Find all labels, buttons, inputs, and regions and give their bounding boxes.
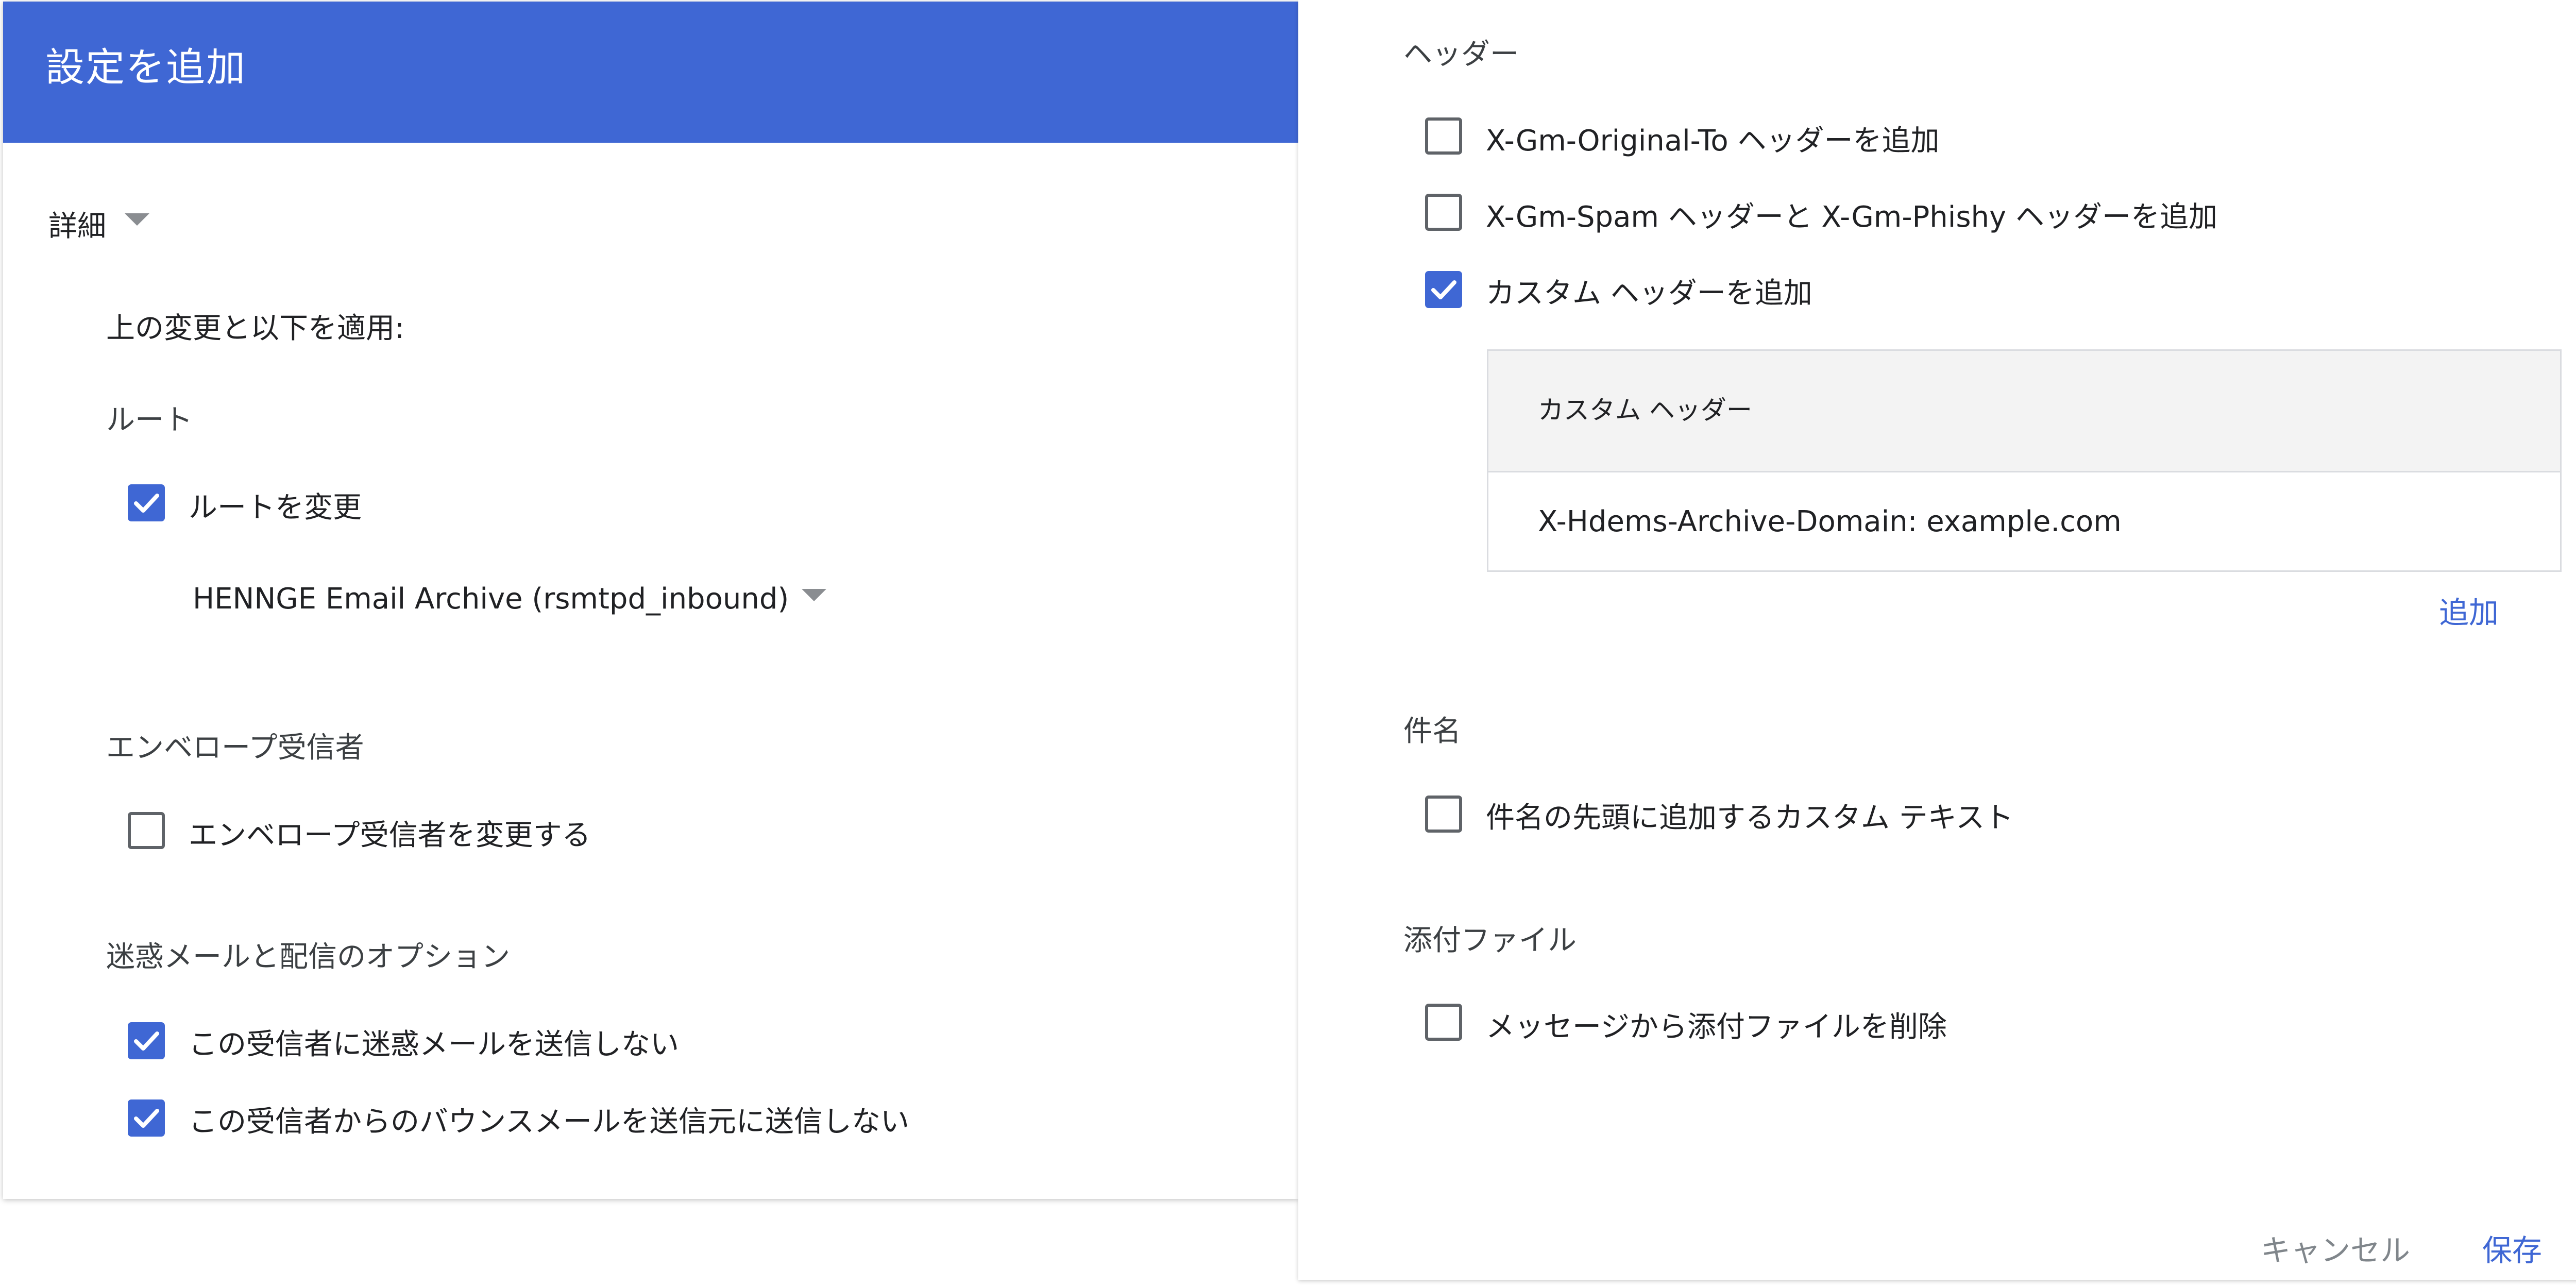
save-button[interactable]: 保存 bbox=[2482, 1226, 2542, 1270]
custom-header-checkbox[interactable] bbox=[1425, 271, 1462, 308]
change-envelope-checkbox[interactable] bbox=[128, 812, 165, 849]
add-header-link[interactable]: 追加 bbox=[2439, 588, 2499, 632]
subject-prefix-checkbox[interactable] bbox=[1425, 796, 1462, 833]
change-envelope-label[interactable]: エンベロープ受信者を変更する bbox=[189, 812, 591, 854]
route-section-title: ルート bbox=[106, 403, 193, 437]
envelope-section-title: エンベロープ受信者 bbox=[106, 731, 364, 765]
subject-section-title: 件名 bbox=[1403, 715, 1461, 748]
custom-header-column-title: カスタム ヘッダー bbox=[1538, 395, 1752, 425]
no-bounce-label[interactable]: この受信者からのバウンスメールを送信元に送信しない bbox=[189, 1098, 909, 1140]
subject-prefix-label[interactable]: 件名の先頭に追加するカスタム テキスト bbox=[1486, 794, 2013, 836]
check-icon bbox=[1431, 280, 1456, 299]
spam-section-title: 迷惑メールと配信のオプション bbox=[106, 940, 510, 974]
change-route-label[interactable]: ルートを変更 bbox=[189, 484, 362, 526]
change-route-checkbox[interactable] bbox=[128, 484, 165, 521]
check-icon bbox=[134, 494, 159, 513]
spam-phishy-label[interactable]: X-Gm-Spam ヘッダーと X-Gm-Phishy ヘッダーを追加 bbox=[1486, 194, 2217, 235]
custom-header-label[interactable]: カスタム ヘッダーを追加 bbox=[1486, 270, 1812, 312]
custom-header-table: カスタム ヘッダー X-Hdems-Archive-Domain: exampl… bbox=[1487, 349, 2562, 572]
details-toggle-label[interactable]: 詳細 bbox=[48, 203, 106, 245]
remove-attachments-label[interactable]: メッセージから添付ファイルを削除 bbox=[1486, 1004, 1947, 1045]
cancel-button[interactable]: キャンセル bbox=[2261, 1226, 2410, 1270]
headers-section-title: ヘッダー bbox=[1403, 38, 1519, 71]
spam-phishy-checkbox[interactable] bbox=[1425, 194, 1462, 231]
check-icon bbox=[134, 1031, 159, 1051]
original-to-checkbox[interactable] bbox=[1425, 117, 1462, 155]
route-select-caret-icon[interactable] bbox=[802, 589, 826, 601]
original-to-label[interactable]: X-Gm-Original-To ヘッダーを追加 bbox=[1486, 117, 1940, 159]
no-bounce-checkbox[interactable] bbox=[128, 1099, 165, 1137]
dialog-header: 設定を追加 bbox=[3, 2, 1298, 143]
custom-header-table-header: カスタム ヘッダー bbox=[1488, 351, 2560, 472]
route-select[interactable]: HENNGE Email Archive (rsmtpd_inbound) bbox=[193, 582, 789, 616]
check-icon bbox=[134, 1109, 159, 1128]
no-spam-checkbox[interactable] bbox=[128, 1022, 165, 1059]
dialog-title: 設定を追加 bbox=[45, 44, 246, 90]
apply-label: 上の変更と以下を適用: bbox=[106, 312, 404, 345]
custom-header-value[interactable]: X-Hdems-Archive-Domain: example.com bbox=[1538, 472, 2122, 571]
no-spam-label[interactable]: この受信者に迷惑メールを送信しない bbox=[189, 1021, 679, 1063]
attachments-section-title: 添付ファイル bbox=[1403, 924, 1577, 957]
details-caret-icon[interactable] bbox=[125, 213, 149, 226]
remove-attachments-checkbox[interactable] bbox=[1425, 1004, 1462, 1041]
dialog-right-panel bbox=[1298, 0, 2576, 1280]
